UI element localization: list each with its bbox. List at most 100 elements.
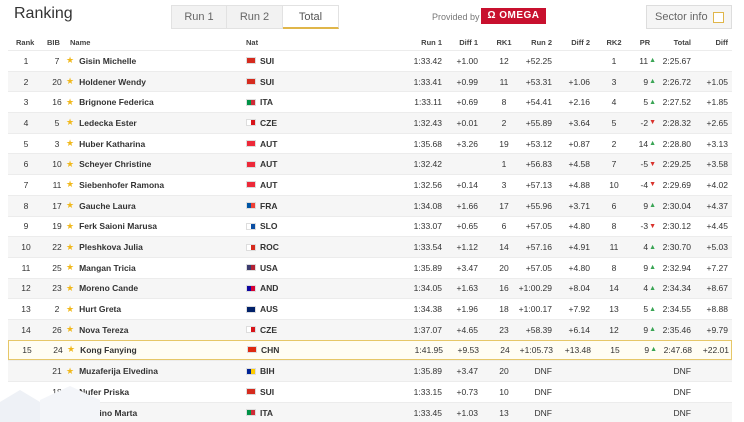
favorite-star-icon[interactable]: ★ — [66, 366, 74, 377]
table-row[interactable]: 21 1:35.89 +3.47 20 DNF DNF ★ Muzaferija Elvedi… — [8, 360, 732, 381]
cell-diff: +7.27 — [706, 262, 728, 273]
favorite-star-icon[interactable]: ★ — [67, 344, 75, 355]
flag-icon — [247, 346, 257, 354]
favorite-star-icon[interactable]: ★ — [66, 386, 74, 397]
athlete-name-cell[interactable]: ★ Nova Tereza — [66, 320, 129, 340]
favorite-star-icon[interactable]: ★ — [66, 242, 74, 253]
favorite-star-icon[interactable]: ★ — [66, 179, 74, 190]
favorite-star-icon[interactable]: ★ — [66, 407, 74, 418]
table-row[interactable]: 8 17 1:34.08 +1.66 17 +55.96 +3.71 6 2:30.04 +4.3… — [8, 194, 732, 216]
athlete-name-cell[interactable]: ★ Ledecka Ester — [66, 113, 137, 133]
favorite-star-icon[interactable]: ★ — [66, 55, 74, 66]
cell-run2: DNF — [534, 386, 552, 397]
favorite-star-icon[interactable]: ★ — [66, 76, 74, 87]
arrow-up-icon: ▲ — [649, 57, 656, 65]
athlete-name-cell[interactable]: ★ Moreno Cande — [66, 279, 138, 299]
tab-run-1[interactable]: Run 1 — [171, 5, 227, 29]
table-row[interactable]: 15 1:33.45 +1.03 13 DNF DNF ★ Bassino Marta ITA — [8, 401, 732, 422]
col-total: Total — [673, 37, 691, 47]
table-row[interactable]: 13 2 1:34.38 +1.96 18 +1:00.17 +7.92 13 2:34.55 +… — [8, 298, 732, 319]
ranking-table: Rank BIB Name Nat Run 1 Diff 1 RK1 Run 2… — [8, 34, 732, 422]
athlete-name-cell[interactable]: ★ Scheyer Christine — [66, 154, 151, 174]
athlete-name-cell[interactable]: ★ Kong Fanying — [67, 341, 137, 360]
position-change-cell — [628, 361, 656, 381]
cell-diff2: +13.48 — [564, 344, 591, 355]
athlete-name-cell[interactable]: ★ Muzaferija Elvedina — [66, 361, 158, 381]
athlete-name-cell[interactable]: ★ Pleshkova Julia — [66, 237, 143, 257]
cell-run2: +52.25 — [525, 55, 552, 66]
table-row[interactable]: 15 24 1:41.95 +9.53 24 +1:05.73 +13.48 15 2:47.6… — [8, 339, 732, 361]
table-row[interactable]: 14 26 1:37.07 +4.65 23 +58.39 +6.14 12 2:35.46 +9… — [8, 318, 732, 340]
cell-diff2: +4.80 — [568, 262, 590, 273]
favorite-star-icon[interactable]: ★ — [66, 97, 74, 108]
nation-code: AUT — [260, 179, 278, 190]
athlete-name-cell[interactable]: ★ Gauche Laura — [66, 196, 136, 216]
sector-info-checkbox[interactable] — [713, 12, 724, 23]
arrow-up-icon: ▲ — [649, 140, 656, 148]
athlete-name: Huber Katharina — [79, 138, 146, 149]
favorite-star-icon[interactable]: ★ — [66, 324, 74, 335]
table-row[interactable]: 1 7 1:33.42 +1.00 12 +52.25 1 2:25.67 ★ Gisin Mic… — [8, 50, 732, 71]
cell-rank: 8 — [23, 200, 29, 211]
athlete-name-cell[interactable]: ★ Siebenhofer Ramona — [66, 175, 164, 195]
nation-cell: SUI — [246, 382, 274, 402]
position-change-value: 4 — [643, 283, 649, 294]
arrow-up-icon: ▲ — [649, 98, 656, 106]
position-change-cell: 9 ▲ — [628, 320, 656, 340]
table-row[interactable]: 10 22 1:33.54 +1.12 14 +57.16 +4.91 11 2:30.70 +5… — [8, 236, 732, 257]
athlete-name-cell[interactable]: ★ Brignone Federica — [66, 92, 154, 112]
sector-info-toggle[interactable]: Sector info — [646, 5, 732, 29]
cell-bib: 17 — [52, 200, 62, 211]
tab-total[interactable]: Total — [283, 5, 339, 29]
athlete-name-cell[interactable]: ★ Nufer Priska — [66, 382, 129, 402]
cell-run2: +58.39 — [525, 324, 552, 335]
cell-diff2: +4.91 — [568, 242, 590, 253]
table-row[interactable]: 11 25 1:35.89 +3.47 20 +57.05 +4.80 8 2:32.94 +7.… — [8, 256, 732, 278]
position-change-cell: -2 ▼ — [628, 113, 657, 133]
athlete-name-cell[interactable]: ★ Ferk Saioni Marusa — [66, 217, 157, 237]
position-change-cell: 9 ▲ — [628, 72, 656, 92]
sector-info-label: Sector info — [655, 11, 708, 23]
athlete-name: Gisin Michelle — [79, 55, 137, 66]
nation-code: ROC — [260, 242, 279, 253]
athlete-name-cell[interactable]: ★ Mangan Tricia — [66, 258, 136, 278]
favorite-star-icon[interactable]: ★ — [66, 200, 74, 211]
table-row[interactable]: 2 20 1:33.41 +0.99 11 +53.31 +1.06 3 2:26.72 +1.0… — [8, 70, 732, 92]
table-row[interactable]: 4 5 1:32.43 +0.01 2 +55.89 +3.64 5 2:28.32 +2.65 ★… — [8, 112, 732, 133]
cell-bib: 15 — [52, 407, 62, 418]
flag-icon — [246, 305, 256, 313]
cell-run2: +54.41 — [525, 97, 552, 108]
table-row[interactable]: 6 10 1:32.42 1 +56.83 +4.58 7 2:29.25 +3.58 ★ Sche… — [8, 153, 732, 175]
cell-diff2: +6.14 — [568, 324, 590, 335]
favorite-star-icon[interactable]: ★ — [66, 283, 74, 294]
cell-run2: DNF — [534, 407, 552, 418]
table-row[interactable]: 12 23 1:34.05 +1.63 16 +1:00.29 +8.04 14 2:34.34… — [8, 277, 732, 299]
cell-diff: +3.58 — [706, 159, 728, 170]
cell-rk2: 14 — [609, 283, 619, 294]
cell-run1: 1:33.41 — [413, 76, 442, 87]
favorite-star-icon[interactable]: ★ — [66, 117, 74, 128]
favorite-star-icon[interactable]: ★ — [66, 138, 74, 149]
cell-rank: 7 — [23, 179, 29, 190]
table-row[interactable]: 5 3 1:35.68 +3.26 19 +53.12 +0.87 2 2:28.80 +3.13… — [8, 132, 732, 154]
athlete-name-cell[interactable]: ★ Hurt Greta — [66, 299, 121, 319]
favorite-star-icon[interactable]: ★ — [66, 159, 74, 170]
athlete-name-cell[interactable]: ★ Huber Katharina — [66, 134, 145, 154]
nation-code: SUI — [260, 76, 275, 87]
table-row[interactable]: 18 1:33.15 +0.73 10 DNF DNF ★ Nufer Priska SUI — [8, 381, 732, 402]
favorite-star-icon[interactable]: ★ — [66, 221, 74, 232]
favorite-star-icon[interactable]: ★ — [66, 304, 74, 315]
table-row[interactable]: 9 19 1:33.07 +0.65 6 +57.05 +4.80 8 2:30.12 +4.45… — [8, 215, 732, 237]
nation-cell: AUT — [246, 154, 277, 174]
athlete-name-cell[interactable]: ★ Bassino Marta — [66, 403, 137, 422]
table-row[interactable]: 3 16 1:33.11 +0.69 8 +54.41 +2.16 4 2:27.52 +1.85… — [8, 91, 732, 112]
top-bar: Ranking Run 1 Run 2 Total Provided by Ω … — [0, 0, 744, 34]
athlete-name-cell[interactable]: ★ Holdener Wendy — [66, 72, 146, 92]
tab-run-2[interactable]: Run 2 — [227, 5, 283, 29]
table-row[interactable]: 7 11 1:32.56 +0.14 3 +57.13 +4.88 10 2:29.69 +4.0… — [8, 174, 732, 195]
cell-bib: 3 — [54, 138, 60, 149]
athlete-name-cell[interactable]: ★ Gisin Michelle — [66, 51, 136, 71]
favorite-star-icon[interactable]: ★ — [66, 262, 74, 273]
cell-rk2: 1 — [611, 55, 617, 66]
omega-logo: Ω OMEGA — [481, 8, 546, 24]
